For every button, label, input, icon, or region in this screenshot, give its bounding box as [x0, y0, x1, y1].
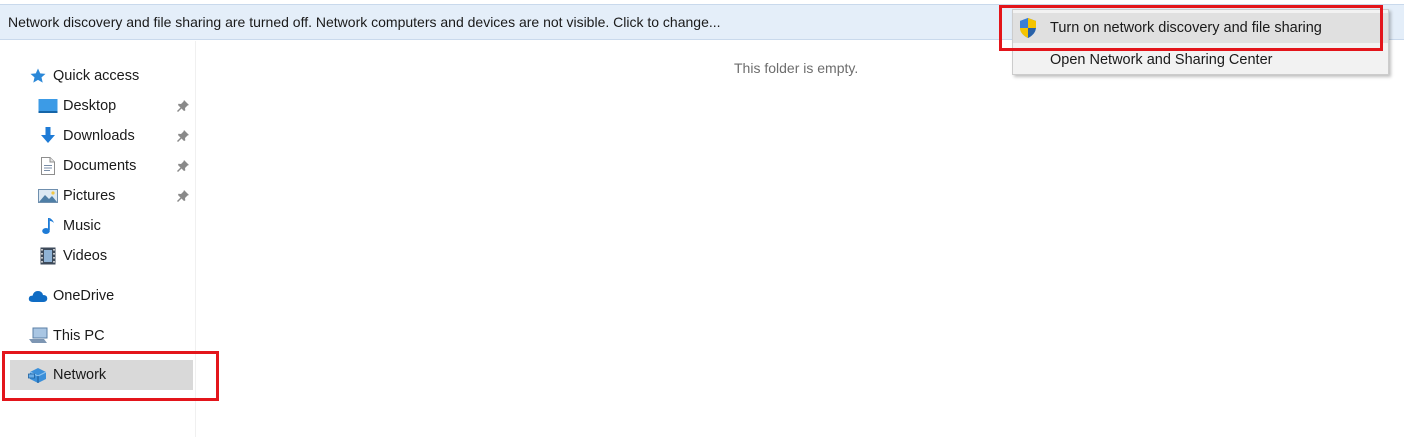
network-icon	[28, 365, 48, 385]
shield-icon	[1017, 17, 1039, 39]
sidebar-item-documents[interactable]: Documents	[38, 151, 196, 181]
menu-item-label: Open Network and Sharing Center	[1050, 52, 1273, 68]
pictures-icon	[38, 186, 58, 206]
computer-icon	[28, 326, 48, 346]
pin-icon[interactable]	[176, 99, 190, 113]
sidebar-item-quick-access[interactable]: Quick access	[28, 61, 139, 91]
desktop-icon	[38, 96, 58, 116]
menu-item-label: Turn on network discovery and file shari…	[1050, 20, 1322, 36]
sidebar-item-label: Documents	[63, 158, 137, 174]
sidebar-item-network[interactable]: Network	[10, 360, 193, 390]
menu-item-turn-on-network-discovery[interactable]: Turn on network discovery and file shari…	[1013, 13, 1388, 43]
sidebar-item-label: Videos	[63, 248, 108, 264]
folder-empty-message: This folder is empty.	[734, 60, 859, 76]
sidebar-item-label: OneDrive	[53, 288, 115, 304]
sidebar-item-label: Network	[53, 367, 107, 383]
pin-icon[interactable]	[176, 129, 190, 143]
infobar-text: Network discovery and file sharing are t…	[8, 14, 721, 30]
document-icon	[38, 156, 58, 176]
music-icon	[38, 216, 58, 236]
sidebar-item-label: Music	[63, 218, 101, 234]
sidebar-item-pictures[interactable]: Pictures	[38, 181, 196, 211]
sidebar-item-label: Pictures	[63, 188, 116, 204]
download-icon	[38, 126, 58, 146]
sidebar-item-onedrive[interactable]: OneDrive	[28, 281, 114, 311]
sidebar-item-this-pc[interactable]: This PC	[28, 321, 105, 351]
sidebar-item-music[interactable]: Music	[38, 211, 101, 241]
sidebar-item-desktop[interactable]: Desktop	[38, 91, 196, 121]
navigation-pane: Quick access Desktop Downloads Documents	[0, 41, 196, 437]
pin-icon[interactable]	[176, 189, 190, 203]
star-icon	[28, 66, 48, 86]
cloud-icon	[28, 286, 48, 306]
sidebar-item-label: Desktop	[63, 98, 117, 114]
menu-item-open-network-sharing-center[interactable]: Open Network and Sharing Center	[1013, 45, 1388, 75]
sidebar-item-videos[interactable]: Videos	[38, 241, 107, 271]
infobar-context-menu: Turn on network discovery and file shari…	[1012, 9, 1389, 75]
video-icon	[38, 246, 58, 266]
sidebar-item-downloads[interactable]: Downloads	[38, 121, 196, 151]
sidebar-item-label: Downloads	[63, 128, 135, 144]
sidebar-item-label: Quick access	[53, 68, 140, 84]
sidebar-item-label: This PC	[53, 328, 105, 344]
pin-icon[interactable]	[176, 159, 190, 173]
